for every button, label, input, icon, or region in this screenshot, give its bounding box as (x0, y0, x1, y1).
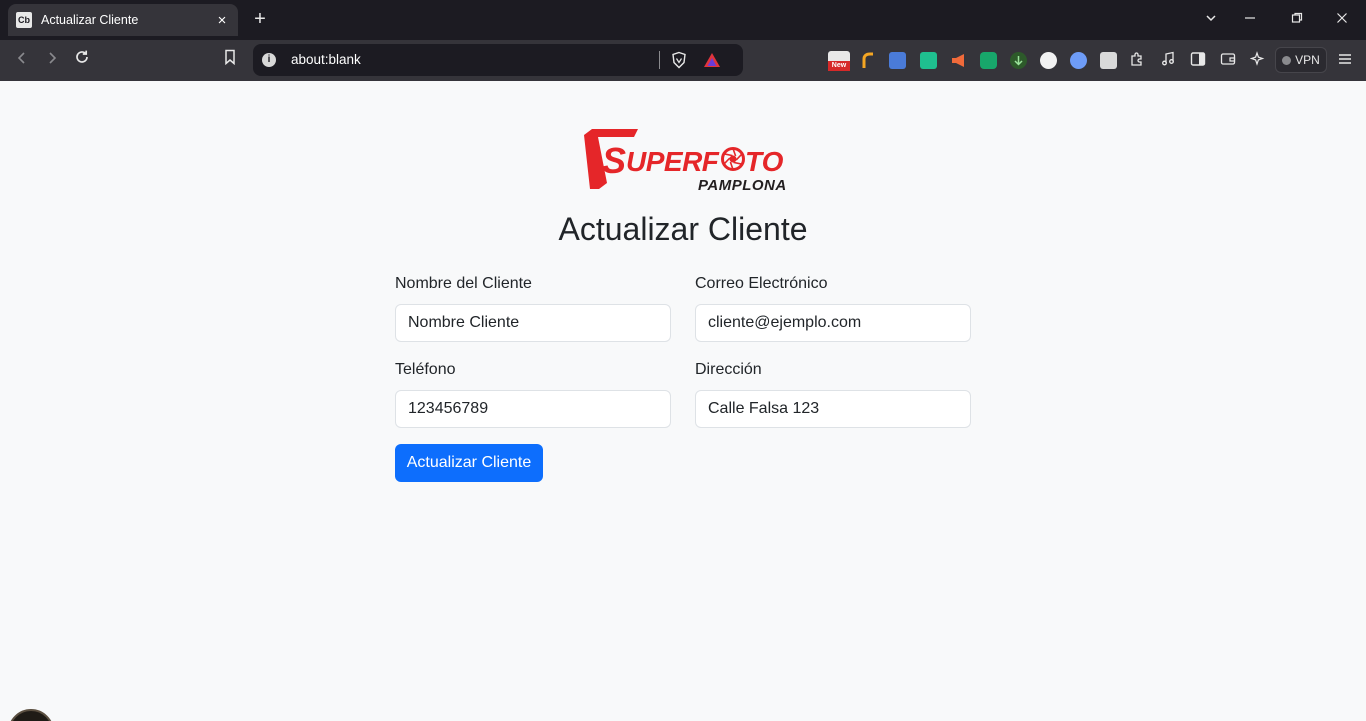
corner-avatar[interactable] (8, 709, 54, 721)
minimize-icon[interactable] (1238, 8, 1262, 32)
superfoto-logo-graphic: S UPERF TO PAMPLONA (584, 129, 786, 194)
browser-tab-active[interactable]: Cb Actualizar Cliente × (8, 4, 238, 36)
new-tab-button[interactable]: + (249, 8, 271, 30)
browser-tab-strip: Cb Actualizar Cliente × + (0, 0, 1366, 40)
brave-rewards-icon[interactable] (703, 51, 721, 69)
forward-icon[interactable] (40, 48, 64, 72)
tab-search-chevron-icon[interactable] (1199, 8, 1223, 32)
wallet-icon[interactable] (1219, 51, 1237, 69)
address-bar[interactable]: i about:blank (253, 44, 743, 76)
client-address-label: Dirección (695, 361, 762, 378)
page-title: Actualizar Cliente (558, 211, 808, 247)
leo-ai-sparkle-icon[interactable] (1249, 51, 1267, 69)
extension-translate-icon[interactable] (889, 52, 906, 69)
vpn-label: VPN (1295, 53, 1320, 67)
extension-blue-circle-icon[interactable] (1070, 52, 1087, 69)
vpn-status-icon (1282, 55, 1292, 65)
main-menu-hamburger-icon[interactable] (1336, 51, 1354, 69)
client-phone-input[interactable] (395, 390, 671, 428)
restore-icon[interactable] (1285, 8, 1309, 32)
tab-close-icon[interactable]: × (214, 12, 230, 29)
client-name-label: Nombre del Cliente (395, 275, 532, 292)
reload-icon[interactable] (70, 48, 94, 72)
sidebar-toggle-icon[interactable] (1189, 51, 1207, 69)
address-divider (659, 51, 660, 69)
client-email-label: Correo Electrónico (695, 275, 828, 292)
extension-f-icon[interactable] (860, 52, 877, 69)
brave-shields-icon[interactable] (670, 51, 688, 69)
tab-favicon-icon: Cb (16, 12, 32, 28)
client-name-input[interactable] (395, 304, 671, 342)
client-email-input[interactable] (695, 304, 971, 342)
extension-sync-icon[interactable] (920, 52, 937, 69)
page-content: S UPERF TO PAMPLONA Actualizar Cliente N… (0, 81, 1366, 721)
superfoto-logo: S UPERF TO PAMPLONA (582, 127, 786, 194)
extension-printer-icon[interactable] (1100, 52, 1117, 69)
tab-title: Actualizar Cliente (41, 13, 139, 27)
close-window-icon[interactable] (1330, 8, 1354, 32)
extension-new-icon[interactable]: New (828, 51, 850, 71)
vpn-button[interactable]: VPN (1275, 47, 1327, 73)
svg-text:S: S (602, 140, 626, 181)
media-music-icon[interactable] (1159, 51, 1177, 69)
svg-text:UPERF: UPERF (626, 146, 720, 177)
back-icon[interactable] (10, 48, 34, 72)
address-text[interactable]: about:blank (291, 52, 361, 67)
update-client-button[interactable]: Actualizar Cliente (395, 444, 543, 482)
extension-circle-icon[interactable] (1040, 52, 1057, 69)
extension-download-icon[interactable] (1010, 52, 1027, 69)
browser-toolbar: i about:blank New VPN (0, 40, 1366, 81)
svg-text:TO: TO (745, 146, 784, 177)
client-address-input[interactable] (695, 390, 971, 428)
bookmark-icon[interactable] (218, 48, 242, 72)
client-phone-label: Teléfono (395, 361, 456, 378)
extension-chatgpt-icon[interactable] (980, 52, 997, 69)
svg-text:PAMPLONA: PAMPLONA (698, 177, 786, 193)
extension-megaphone-icon[interactable] (950, 52, 967, 69)
site-info-icon[interactable]: i (262, 53, 276, 67)
extensions-puzzle-icon[interactable] (1128, 51, 1146, 69)
